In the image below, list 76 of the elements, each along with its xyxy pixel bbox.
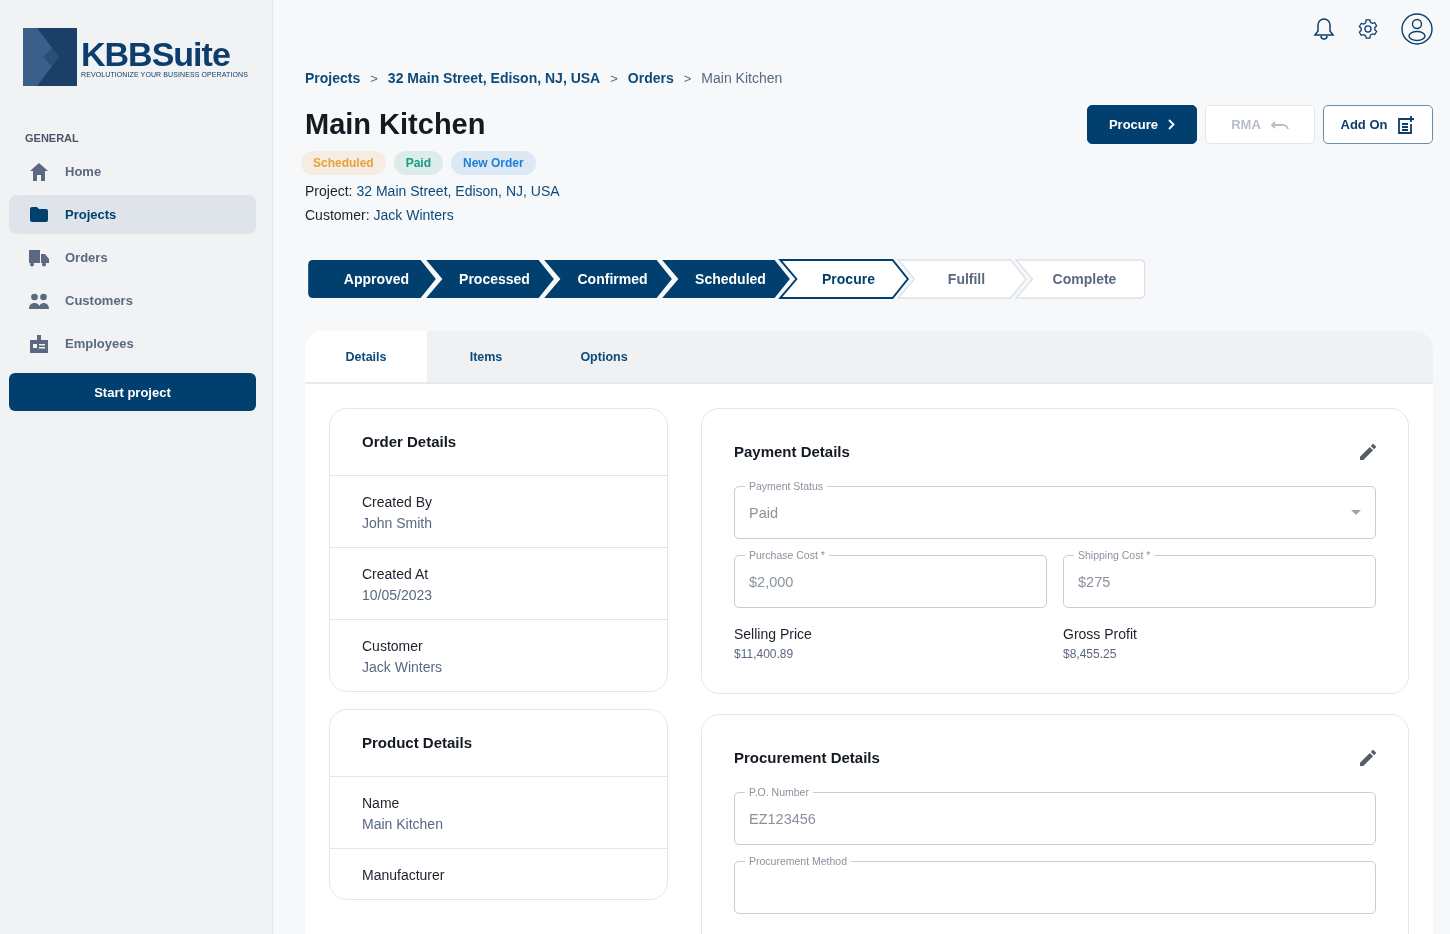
breadcrumb-link[interactable]: 32 Main Street, Edison, NJ, USA <box>387 70 601 86</box>
nav-item[interactable]: Orders <box>9 238 256 277</box>
info-label: Project: <box>305 183 353 199</box>
nav-item-label: Orders <box>65 250 108 265</box>
nav-item-label: Home <box>65 164 102 179</box>
add-on-button[interactable]: Add On <box>1323 105 1433 144</box>
stat-label: Gross Profit <box>1063 626 1138 642</box>
field-label: Purchase Cost * <box>745 549 829 561</box>
info-link[interactable]: 32 Main Street, Edison, NJ, USA <box>356 183 560 199</box>
settings-icon[interactable] <box>1357 18 1379 40</box>
card-title: Payment Details <box>734 443 850 460</box>
edit-pencil-icon[interactable] <box>1360 443 1376 460</box>
detail-value: Main Kitchen <box>362 816 444 832</box>
folder-icon <box>30 207 48 222</box>
notification-bell-icon[interactable] <box>1313 17 1335 41</box>
user-avatar-icon[interactable] <box>1401 13 1433 45</box>
progress-step: Procure <box>777 259 912 299</box>
detail-label: Created At <box>362 566 430 582</box>
status-badge: Scheduled <box>301 151 386 175</box>
field-label: Payment Status <box>745 480 828 492</box>
card-title: Product Details <box>330 710 667 777</box>
field-value: EZ123456 <box>749 810 817 827</box>
field-value: $2,000 <box>749 573 795 590</box>
field-label: Shipping Cost * <box>1074 549 1155 561</box>
id-badge-icon <box>30 334 48 353</box>
stat-value: $8,455.25 <box>1063 647 1118 661</box>
detail-label: Created By <box>362 494 434 510</box>
field-label: Procurement Method <box>745 855 852 867</box>
nav-item-label: Customers <box>65 293 133 308</box>
card-title: Procurement Details <box>734 749 880 766</box>
detail-label: Customer <box>362 638 424 654</box>
breadcrumb-link[interactable]: Orders <box>627 70 674 86</box>
tab[interactable]: Options <box>545 331 663 382</box>
stat-value: $11,400.89 <box>734 647 795 661</box>
tab[interactable]: Details <box>305 331 427 382</box>
logo-icon <box>23 28 77 86</box>
breadcrumb-separator: > <box>370 70 378 86</box>
field-value: $275 <box>1078 573 1112 590</box>
info-label: Customer: <box>305 207 370 223</box>
document-plus-icon <box>1397 115 1416 134</box>
home-icon <box>29 161 49 182</box>
detail-value: 10/05/2023 <box>362 587 434 603</box>
progress-step: Complete <box>1013 259 1148 299</box>
truck-icon <box>29 248 49 267</box>
card-title: Order Details <box>330 409 667 476</box>
page-title: Main Kitchen <box>305 108 487 141</box>
undo-arrow-icon <box>1270 119 1289 130</box>
dropdown-caret-icon <box>1351 510 1361 515</box>
status-badge: New Order <box>451 151 536 175</box>
nav-item[interactable]: Employees <box>9 324 256 363</box>
people-icon <box>29 292 49 309</box>
detail-label: Name <box>362 795 401 811</box>
nav-item[interactable]: Customers <box>9 281 256 320</box>
nav-item-label: Employees <box>65 336 134 351</box>
field-label: P.O. Number <box>745 786 813 798</box>
nav-item[interactable]: Projects <box>9 195 256 234</box>
edit-pencil-icon[interactable] <box>1360 749 1376 766</box>
breadcrumb-current: Main Kitchen <box>701 70 783 86</box>
tab[interactable]: Items <box>427 331 545 382</box>
stat-label: Selling Price <box>734 626 813 642</box>
breadcrumb-link[interactable]: Projects <box>305 70 361 86</box>
field-value: Paid <box>749 504 780 521</box>
start-project-button[interactable]: Start project <box>9 373 256 411</box>
nav-section-label: GENERAL <box>25 132 80 144</box>
info-link[interactable]: Jack Winters <box>373 207 454 223</box>
breadcrumb-separator: > <box>610 70 618 86</box>
nav-item[interactable]: Home <box>9 152 256 191</box>
logo-name: KBBSuite <box>81 36 230 71</box>
detail-value: Jack Winters <box>362 659 444 675</box>
detail-label: Manufacturer <box>362 867 446 883</box>
chevron-right-icon <box>1168 119 1176 130</box>
nav-item-label: Projects <box>65 207 117 222</box>
detail-value: John Smith <box>362 515 434 531</box>
status-badge: Paid <box>393 151 444 175</box>
procure-button[interactable]: Procure <box>1087 105 1197 144</box>
breadcrumb-separator: > <box>683 70 692 86</box>
